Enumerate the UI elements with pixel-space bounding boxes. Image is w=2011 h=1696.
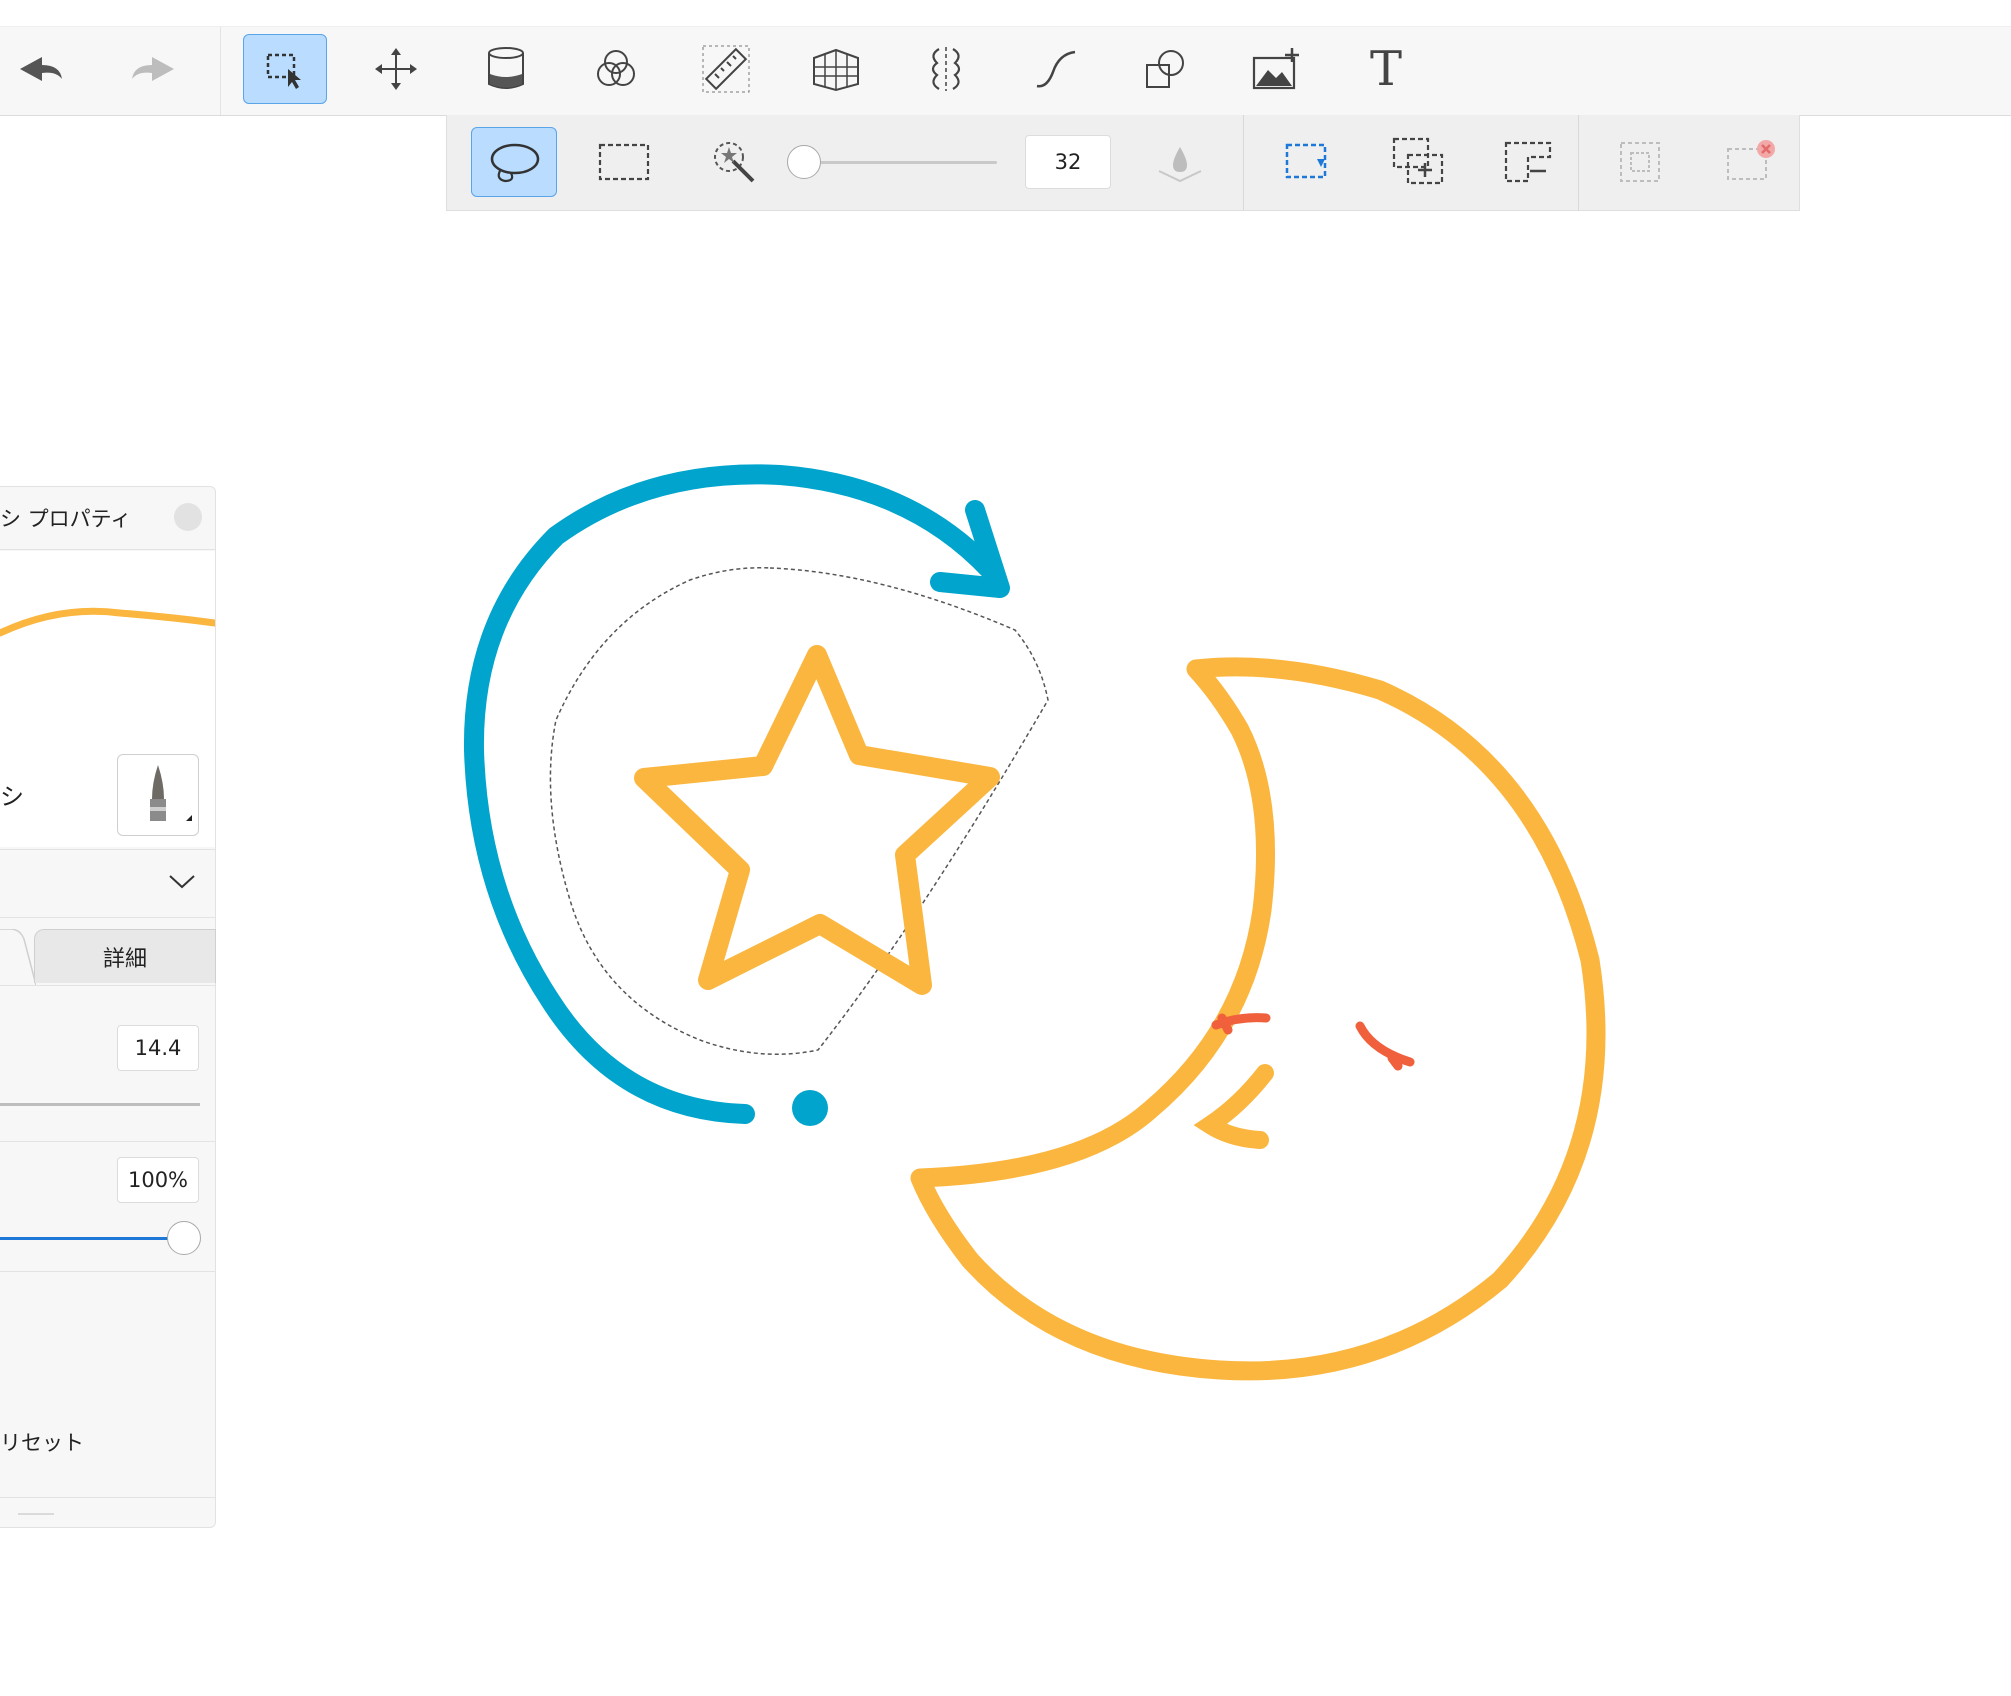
brush-size-slider[interactable] bbox=[0, 1103, 200, 1106]
panel-divider bbox=[0, 1271, 216, 1272]
stroke-preview-graphic bbox=[0, 607, 215, 637]
tolerance-slider-knob[interactable] bbox=[787, 145, 821, 179]
lasso-selection-outline bbox=[549, 567, 1049, 1055]
moon-eye-right bbox=[1355, 1021, 1415, 1071]
select-invert-button[interactable] bbox=[1597, 127, 1683, 197]
magic-wand-icon bbox=[714, 142, 755, 183]
tolerance-slider-track[interactable] bbox=[801, 161, 997, 164]
panel-resize-handle[interactable] bbox=[18, 1513, 54, 1515]
redo-icon bbox=[132, 57, 174, 81]
brush-opacity-field[interactable]: 100% bbox=[117, 1157, 199, 1203]
insert-image-icon bbox=[1252, 48, 1299, 90]
brush-name-label: シ bbox=[0, 783, 24, 811]
color-circles-icon bbox=[597, 50, 635, 86]
selection-options-bar: 32 bbox=[446, 115, 1800, 211]
main-toolbar: T bbox=[0, 26, 2011, 116]
moon-mouth bbox=[1193, 1064, 1274, 1149]
select-new-button[interactable] bbox=[1265, 127, 1351, 197]
panel-divider bbox=[0, 849, 216, 850]
feather-drop-icon bbox=[1158, 147, 1202, 183]
curve-tool-button[interactable] bbox=[1014, 34, 1098, 104]
chevron-down-icon bbox=[169, 875, 195, 889]
panel-divider bbox=[0, 985, 216, 986]
panel-divider bbox=[0, 1497, 216, 1498]
tab-basic[interactable] bbox=[0, 929, 36, 987]
panel-divider bbox=[0, 1141, 216, 1142]
panel-divider bbox=[0, 917, 216, 918]
drawing-canvas[interactable] bbox=[0, 0, 2011, 1696]
brush-opacity-slider-fill[interactable] bbox=[0, 1237, 170, 1240]
perspective-tool-button[interactable] bbox=[794, 34, 878, 104]
tolerance-value-field[interactable]: 32 bbox=[1025, 135, 1111, 189]
redo-button[interactable] bbox=[110, 34, 194, 104]
select-invert-icon bbox=[1620, 142, 1660, 182]
ruler-icon bbox=[702, 45, 750, 93]
transform-tool-button[interactable] bbox=[354, 34, 438, 104]
text-tool-button[interactable]: T bbox=[1344, 34, 1428, 104]
select-subtract-button[interactable] bbox=[1485, 127, 1571, 197]
brush-picker-button[interactable] bbox=[117, 754, 199, 836]
tab-detail[interactable]: 詳細 bbox=[34, 929, 216, 983]
insert-image-button[interactable] bbox=[1234, 34, 1318, 104]
select-add-icon bbox=[1392, 137, 1444, 185]
pen-nib-icon bbox=[150, 765, 192, 821]
magic-wand-select-button[interactable] bbox=[691, 127, 777, 197]
lasso-select-icon bbox=[490, 143, 540, 183]
undo-button[interactable] bbox=[0, 34, 84, 104]
fill-tool-button[interactable] bbox=[464, 34, 548, 104]
rect-select-icon bbox=[598, 143, 650, 181]
options-separator bbox=[1243, 115, 1244, 211]
brush-properties-panel: シ プロパティ シ 詳細 14.4 100% リセット bbox=[0, 486, 216, 1528]
blue-dot bbox=[792, 1090, 828, 1126]
lasso-select-button[interactable] bbox=[471, 127, 557, 197]
shapes-tool-button[interactable] bbox=[1124, 34, 1208, 104]
selection-icon bbox=[266, 53, 301, 89]
undo-icon bbox=[20, 57, 62, 81]
brush-category-dropdown[interactable] bbox=[0, 851, 215, 915]
select-clear-icon bbox=[1727, 140, 1775, 180]
move-icon bbox=[375, 48, 417, 90]
perspective-grid-icon bbox=[813, 48, 859, 92]
moon-eye-left bbox=[1211, 1013, 1271, 1035]
reset-button[interactable]: リセット bbox=[0, 1427, 84, 1457]
options-separator bbox=[1578, 115, 1579, 211]
selection-tool-button[interactable] bbox=[243, 34, 327, 104]
toolbar-separator bbox=[220, 27, 221, 115]
orange-star bbox=[634, 645, 1000, 995]
shapes-icon bbox=[1146, 50, 1184, 88]
text-icon: T bbox=[1369, 41, 1402, 97]
blue-arrow-stroke bbox=[463, 464, 1000, 1124]
curve-icon bbox=[1036, 50, 1076, 88]
ruler-tool-button[interactable] bbox=[684, 34, 768, 104]
feather-button[interactable] bbox=[1137, 127, 1223, 197]
paint-bucket-icon bbox=[488, 47, 524, 89]
symmetry-icon bbox=[931, 47, 961, 91]
rect-select-button[interactable] bbox=[581, 127, 667, 197]
select-subtract-icon bbox=[1504, 141, 1552, 183]
select-clear-button[interactable] bbox=[1707, 127, 1793, 197]
brush-opacity-slider-knob[interactable] bbox=[167, 1221, 201, 1255]
panel-close-button[interactable] bbox=[174, 503, 202, 531]
panel-divider bbox=[0, 549, 216, 550]
select-new-icon bbox=[1285, 143, 1327, 179]
select-add-button[interactable] bbox=[1375, 127, 1461, 197]
blue-arrow-head bbox=[930, 500, 1010, 598]
panel-title: シ プロパティ bbox=[0, 507, 132, 531]
brush-size-field[interactable]: 14.4 bbox=[117, 1025, 199, 1071]
title-strip bbox=[0, 0, 2011, 26]
orange-moon bbox=[910, 657, 1606, 1381]
symmetry-tool-button[interactable] bbox=[904, 34, 988, 104]
color-blend-button[interactable] bbox=[574, 34, 658, 104]
